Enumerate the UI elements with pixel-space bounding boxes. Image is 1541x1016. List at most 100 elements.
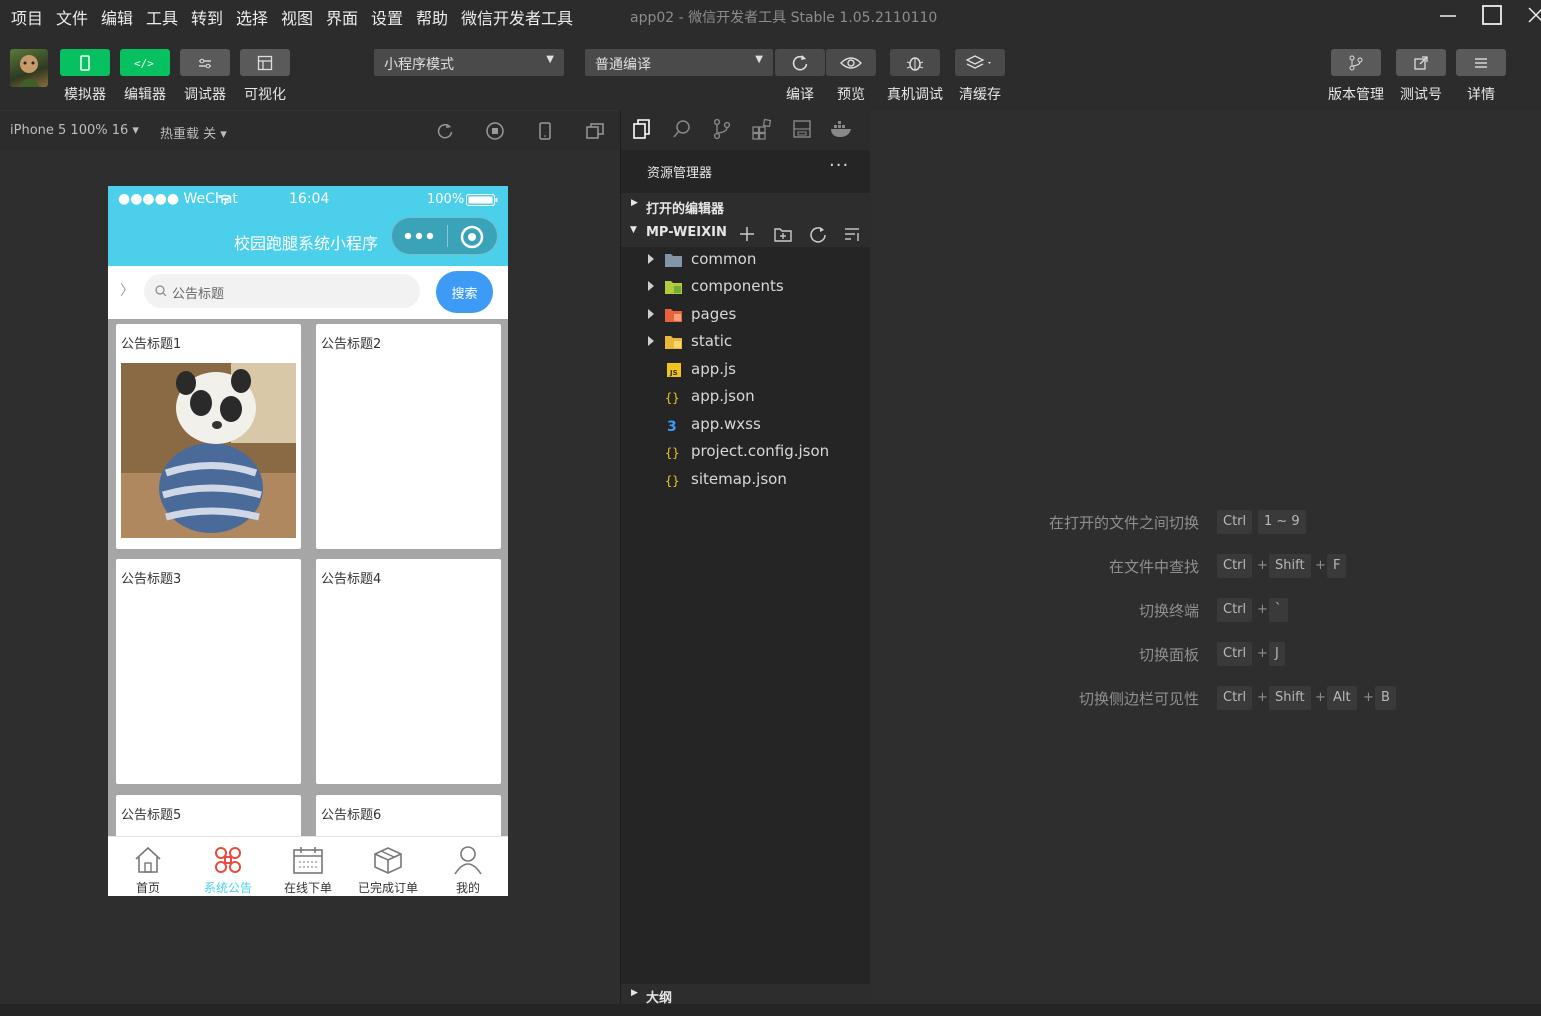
announcement-card[interactable]: 公告标题3 — [116, 559, 301, 784]
refresh-icon[interactable] — [809, 225, 827, 243]
tree-file-sitemap[interactable]: {} sitemap.json — [621, 467, 870, 494]
tree-folder-common[interactable]: common — [621, 247, 870, 274]
open-editors-section[interactable]: ▶ 打开的编辑器 — [621, 193, 870, 220]
tree-folder-components[interactable]: components — [621, 274, 870, 301]
menu-help[interactable]: 帮助 — [416, 5, 448, 29]
search-input[interactable]: 公告标题 — [144, 274, 420, 308]
key-cap: ` — [1269, 598, 1288, 622]
json-file-icon: {} — [665, 391, 679, 404]
new-folder-icon[interactable] — [773, 225, 793, 243]
user-icon — [454, 846, 482, 875]
menu-view[interactable]: 视图 — [281, 5, 313, 29]
source-control-icon[interactable] — [711, 118, 733, 140]
details-label: 详情 — [1467, 87, 1495, 103]
simulator-toolbar: iPhone 5 100% 16 ▾ 热重载 关 ▾ — [0, 110, 620, 150]
search-button[interactable]: 搜索 — [436, 271, 493, 313]
announcement-card[interactable]: 公告标题1 — [116, 324, 301, 549]
storage-icon[interactable] — [791, 118, 813, 140]
editor-button[interactable]: </> — [120, 49, 170, 76]
details-button[interactable] — [1456, 49, 1506, 76]
eye-icon — [840, 56, 862, 69]
tab-order[interactable]: 在线下单 — [268, 837, 348, 896]
simulator-button[interactable] — [60, 49, 110, 76]
version-control-button[interactable] — [1331, 49, 1381, 76]
tree-file-app-json[interactable]: {} app.json — [621, 384, 870, 411]
compile-dropdown[interactable]: 普通编译 ▼ — [585, 49, 773, 76]
tree-file-project-config[interactable]: {} project.config.json — [621, 439, 870, 466]
chevron-right-icon: ▶ — [631, 198, 638, 208]
menu-settings[interactable]: 设置 — [371, 5, 403, 29]
mode-dropdown[interactable]: 小程序模式 ▼ — [374, 49, 564, 76]
menu-tools[interactable]: 工具 — [146, 5, 178, 29]
shortcut-label: 在打开的文件之间切换 — [1048, 514, 1199, 532]
shortcut-row: 在打开的文件之间切换 Ctrl 1 ~ 9 — [870, 510, 1541, 534]
docker-icon[interactable] — [829, 118, 853, 140]
search-placeholder: 公告标题 — [172, 287, 225, 302]
more-icon[interactable] — [404, 231, 434, 241]
menu-project[interactable]: 项目 — [11, 5, 43, 29]
stop-icon[interactable] — [485, 121, 505, 141]
compile-button[interactable] — [775, 49, 825, 76]
hot-reload-toggle[interactable]: 热重载 关 ▾ — [160, 123, 227, 142]
menu-wechat-devtools[interactable]: 微信开发者工具 — [461, 5, 573, 29]
tree-folder-pages[interactable]: pages — [621, 302, 870, 329]
search-icon[interactable] — [671, 118, 693, 140]
card-title: 公告标题5 — [121, 808, 182, 823]
announcement-card[interactable]: 公告标题5 — [116, 795, 301, 836]
svg-text:{}: {} — [665, 474, 679, 487]
close-icon[interactable] — [1524, 3, 1541, 27]
phone-rotate-icon[interactable] — [535, 121, 555, 141]
maximize-icon[interactable] — [1480, 3, 1504, 27]
svg-text:JS: JS — [669, 369, 678, 377]
project-section[interactable]: ▼ MP-WEIXIN — [621, 220, 870, 247]
preview-button[interactable] — [826, 49, 876, 76]
debugger-button[interactable] — [180, 49, 230, 76]
tab-announcements[interactable]: 系统公告 — [188, 837, 268, 896]
status-time: 16:04 — [289, 191, 330, 207]
new-file-icon[interactable] — [738, 225, 756, 243]
visualize-button[interactable] — [240, 49, 290, 76]
reload-icon[interactable] — [435, 121, 455, 141]
tab-mine[interactable]: 我的 — [428, 837, 508, 896]
shortcut-label: 切换终端 — [1138, 602, 1199, 620]
announcement-card[interactable]: 公告标题4 — [316, 559, 501, 784]
chevron-down-icon: ▼ — [630, 225, 637, 235]
more-icon[interactable]: ··· — [829, 155, 849, 176]
chevron-right-icon[interactable]: 〉 — [120, 280, 134, 300]
real-device-debug-button[interactable] — [890, 49, 940, 76]
extensions-icon[interactable] — [751, 118, 773, 140]
menu-interface[interactable]: 界面 — [326, 5, 358, 29]
files-icon[interactable] — [631, 118, 653, 140]
tree-file-app-js[interactable]: JS app.js — [621, 357, 870, 384]
key-separator: + — [1257, 602, 1268, 617]
menu-select[interactable]: 选择 — [236, 5, 268, 29]
box-icon — [374, 847, 402, 874]
announcement-card[interactable]: 公告标题6 — [316, 795, 501, 836]
collapse-all-icon[interactable] — [843, 225, 861, 243]
menu-edit[interactable]: 编辑 — [101, 5, 133, 29]
menu-file[interactable]: 文件 — [56, 5, 88, 29]
test-account-button[interactable] — [1396, 49, 1446, 76]
battery-icon — [466, 194, 498, 206]
minimize-icon[interactable] — [1436, 3, 1460, 27]
shortcut-label: 切换侧边栏可见性 — [1078, 690, 1199, 708]
shortcut-row: 切换终端 Ctrl + ` — [870, 598, 1541, 622]
tree-folder-static[interactable]: static — [621, 329, 870, 356]
components-folder-icon — [665, 281, 682, 294]
clear-cache-button[interactable] — [955, 49, 1005, 76]
device-selector[interactable]: iPhone 5 100% 16 ▾ — [10, 123, 139, 138]
preview-label: 预览 — [837, 87, 865, 103]
detach-window-icon[interactable] — [585, 121, 605, 141]
close-miniprogram-icon[interactable] — [459, 224, 485, 250]
tab-completed[interactable]: 已完成订单 — [348, 837, 428, 896]
js-file-icon: JS — [667, 363, 681, 377]
outline-section[interactable]: ▶ 大纲 — [621, 984, 870, 1006]
tab-home[interactable]: 首页 — [108, 837, 188, 896]
avatar[interactable] — [10, 49, 48, 87]
key-cap: Shift — [1269, 554, 1311, 578]
tree-file-app-wxss[interactable]: 3 app.wxss — [621, 412, 870, 439]
announcement-card[interactable]: 公告标题2 — [316, 324, 501, 549]
key-cap: Ctrl — [1217, 554, 1253, 578]
menu-goto[interactable]: 转到 — [191, 5, 223, 29]
file-explorer: 资源管理器 ··· ▶ 打开的编辑器 ▼ MP-WEIXIN common co… — [621, 150, 870, 1006]
